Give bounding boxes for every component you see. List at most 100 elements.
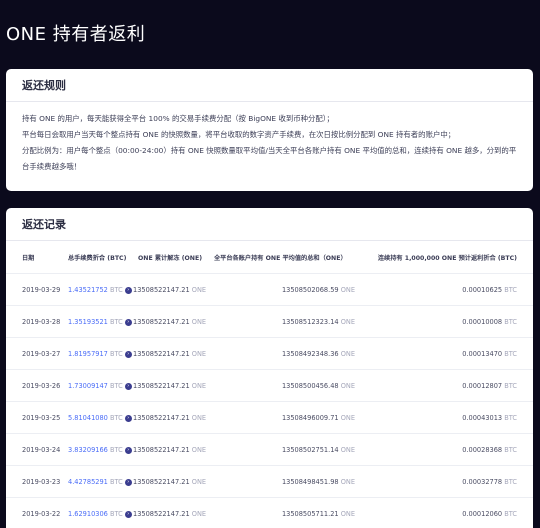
row-reward[interactable]: 3.83209166 BTC › — [68, 446, 132, 454]
row-estimate-value: 0.00012807 — [462, 382, 503, 390]
row-avg: 13508496009.71 ONE — [282, 414, 355, 422]
row-estimate-unit: BTC — [504, 510, 517, 518]
row-avg-value: 13508502068.59 — [281, 286, 339, 294]
row-estimate-value: 0.00010008 — [462, 318, 503, 326]
rules-card: 返还规则 持有 ONE 的用户，每天能获得全平台 100% 的交易手续费分配（按… — [6, 69, 533, 191]
row-held: 13508522147.21 ONE — [133, 446, 206, 454]
row-reward-unit: BTC — [109, 414, 123, 422]
chevron-right-icon[interactable]: › — [124, 318, 132, 326]
table-row: 2019-03-23 4.42785291 BTC › 13508522147.21 … — [6, 465, 533, 497]
row-estimate: 0.00012807 BTC — [462, 382, 517, 390]
table-row: 2019-03-24 3.83209166 BTC › 13508522147.21 … — [6, 433, 533, 465]
row-estimate-value: 0.00010625 — [462, 286, 503, 294]
row-held: 13508522147.21 ONE — [133, 318, 206, 326]
row-date: 2019-03-29 — [22, 286, 61, 294]
chevron-right-icon[interactable]: › — [124, 382, 132, 390]
row-estimate: 0.00010625 BTC — [462, 286, 517, 294]
row-reward[interactable]: 1.62910306 BTC › — [68, 510, 132, 518]
row-held-value: 13508522147.21 — [133, 414, 190, 422]
row-estimate: 0.00012060 BTC — [462, 510, 517, 518]
table-row: 2019-03-22 1.62910306 BTC › 13508522147.21 … — [6, 497, 533, 528]
row-avg-value: 13508500456.48 — [281, 382, 339, 390]
row-date: 2019-03-26 — [22, 382, 61, 390]
chevron-right-icon[interactable]: › — [124, 414, 132, 422]
row-held-value: 13508522147.21 — [133, 478, 190, 486]
row-held-value: 13508522147.21 — [133, 446, 190, 454]
row-reward-unit: BTC — [109, 382, 123, 390]
row-held: 13508522147.21 ONE — [133, 382, 206, 390]
row-avg: 13508502751.14 ONE — [282, 446, 355, 454]
records-table-header: 日期 总手续费折合 (BTC) ONE 累计解冻 (ONE) 全平台各账户持有 … — [6, 241, 533, 273]
row-avg-unit: ONE — [340, 478, 355, 486]
row-estimate-unit: BTC — [504, 286, 517, 294]
row-held-value: 13508522147.21 — [133, 510, 190, 518]
row-estimate-value: 0.00043013 — [462, 414, 503, 422]
column-header-date: 日期 — [22, 255, 35, 262]
row-reward-unit: BTC — [109, 446, 123, 454]
row-reward[interactable]: 1.43521752 BTC › — [68, 286, 132, 294]
row-held-unit: ONE — [191, 286, 207, 294]
row-estimate-unit: BTC — [504, 478, 517, 486]
chevron-right-icon[interactable]: › — [124, 286, 132, 294]
rules-line: 分配比例为：用户每个整点（00:00-24:00）持有 ONE 快照数量取平均值… — [22, 146, 517, 171]
row-held-unit: ONE — [191, 510, 207, 518]
row-date: 2019-03-23 — [22, 478, 61, 486]
row-reward[interactable]: 5.81041080 BTC › — [68, 414, 132, 422]
row-date: 2019-03-22 — [22, 510, 61, 518]
row-held-value: 13508522147.21 — [133, 286, 190, 294]
row-date: 2019-03-25 — [22, 414, 61, 422]
records-card: 返还记录 日期 总手续费折合 (BTC) ONE 累计解冻 (ONE) 全平台各… — [6, 208, 533, 528]
row-reward[interactable]: 1.73009147 BTC › — [68, 382, 132, 390]
row-estimate: 0.00032778 BTC — [462, 478, 517, 486]
row-held: 13508522147.21 ONE — [133, 286, 206, 294]
row-reward-value: 1.43521752 — [68, 286, 108, 294]
row-estimate: 0.00028368 BTC — [462, 446, 517, 454]
chevron-right-icon[interactable]: › — [124, 446, 132, 454]
row-held-value: 13508522147.21 — [133, 318, 190, 326]
row-held-unit: ONE — [191, 446, 207, 454]
row-avg-value: 13508496009.71 — [281, 414, 339, 422]
row-reward[interactable]: 1.35193521 BTC › — [68, 318, 132, 326]
row-avg-value: 13508502751.14 — [281, 446, 339, 454]
table-row: 2019-03-25 5.81041080 BTC › 13508522147.21 … — [6, 401, 533, 433]
row-reward-value: 1.73009147 — [68, 382, 108, 390]
row-estimate-unit: BTC — [504, 446, 517, 454]
row-avg-unit: ONE — [340, 446, 355, 454]
row-reward-value: 1.62910306 — [68, 510, 108, 518]
row-avg-unit: ONE — [340, 318, 355, 326]
chevron-right-icon[interactable]: › — [124, 510, 132, 518]
row-avg-value: 13508492348.36 — [281, 350, 339, 358]
row-avg-value: 13508505711.21 — [281, 510, 339, 518]
table-row: 2019-03-29 1.43521752 BTC › 13508522147.21 … — [6, 273, 533, 305]
row-estimate-unit: BTC — [504, 350, 517, 358]
row-reward[interactable]: 1.81957917 BTC › — [68, 350, 132, 358]
rules-line: 平台每日会取用户当天每个整点持有 ONE 的快照数量，将平台收取的数字资产手续费… — [22, 130, 456, 139]
row-reward-value: 1.81957917 — [68, 350, 108, 358]
row-held-unit: ONE — [191, 478, 207, 486]
row-held-unit: ONE — [191, 414, 207, 422]
table-row: 2019-03-26 1.73009147 BTC › 13508522147.21 … — [6, 369, 533, 401]
row-held-unit: ONE — [191, 350, 207, 358]
rules-line: 持有 ONE 的用户，每天能获得全平台 100% 的交易手续费分配（按 BigO… — [22, 114, 334, 123]
row-avg: 13508512323.14 ONE — [282, 318, 355, 326]
row-avg-unit: ONE — [340, 382, 355, 390]
chevron-right-icon[interactable]: › — [124, 478, 132, 486]
row-reward-unit: BTC — [109, 510, 123, 518]
row-avg-value: 13508498451.98 — [281, 478, 339, 486]
row-held-value: 13508522147.21 — [133, 350, 190, 358]
rules-body: 持有 ONE 的用户，每天能获得全平台 100% 的交易手续费分配（按 BigO… — [6, 102, 533, 175]
row-reward-value: 3.83209166 — [68, 446, 108, 454]
column-header-reward: 总手续费折合 (BTC) — [68, 255, 127, 262]
table-row: 2019-03-27 1.81957917 BTC › 13508522147.21 … — [6, 337, 533, 369]
row-reward-unit: BTC — [109, 350, 123, 358]
row-held: 13508522147.21 ONE — [133, 510, 206, 518]
row-estimate: 0.00043013 BTC — [462, 414, 517, 422]
column-header-avg: 全平台各账户持有 ONE 平均值的总和（ONE） — [214, 255, 347, 262]
row-held: 13508522147.21 ONE — [133, 478, 206, 486]
row-estimate-unit: BTC — [504, 382, 517, 390]
chevron-right-icon[interactable]: › — [124, 350, 132, 358]
page-title: ONE 持有者返利 — [6, 24, 146, 45]
table-row: 2019-03-28 1.35193521 BTC › 13508522147.21 … — [6, 305, 533, 337]
rules-title: 返还规则 — [6, 69, 533, 102]
row-reward[interactable]: 4.42785291 BTC › — [68, 478, 132, 486]
